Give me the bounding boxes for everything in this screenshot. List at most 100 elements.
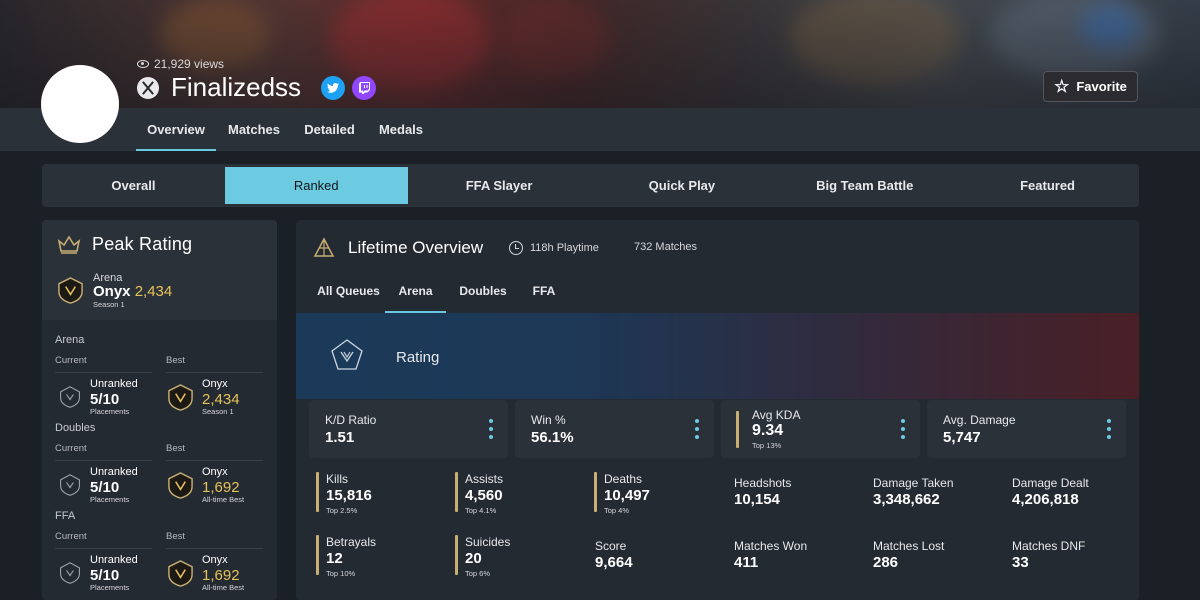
- rank-section-title: Doubles: [55, 422, 96, 434]
- stat-rank: Top 6%: [465, 569, 491, 578]
- rank-section-doubles: Doubles Current Best Unranked 5/10 Place…: [55, 422, 265, 512]
- best-value: 1,692: [202, 479, 240, 496]
- stat-value: 10,154: [734, 491, 780, 508]
- more-options-icon[interactable]: [695, 419, 699, 439]
- unranked-icon: [60, 562, 80, 585]
- onyx-rank-icon: [168, 471, 193, 499]
- more-options-icon[interactable]: [901, 419, 905, 439]
- tab-matches[interactable]: Matches: [216, 108, 292, 151]
- current-label: Current: [55, 531, 87, 542]
- current-sub: Placements: [90, 495, 130, 504]
- current-label: Current: [55, 355, 87, 366]
- stat-label: Betrayals: [326, 535, 377, 549]
- lifetime-overview-panel: Lifetime Overview 118h Playtime 732 Matc…: [296, 220, 1139, 600]
- stat-damage-dealt: Damage Dealt 4,206,818: [1012, 476, 1139, 508]
- matches-count: 732 Matches: [634, 241, 697, 253]
- tab-detailed[interactable]: Detailed: [292, 108, 367, 151]
- favorite-button[interactable]: ☆ Favorite: [1043, 71, 1138, 102]
- twitch-icon[interactable]: [352, 75, 377, 100]
- peak-rating-panel: Peak Rating Arena Onyx 2,434 Season 1 Ar…: [42, 220, 277, 600]
- stat-rank: Top 4%: [604, 506, 630, 515]
- stat-kills: Kills 15,816 Top 2.5%: [316, 472, 446, 515]
- stat-value: 4,560: [465, 487, 503, 504]
- queue-tab-doubles[interactable]: Doubles: [451, 276, 515, 313]
- unranked-icon: [60, 474, 80, 497]
- stat-card-avg-damage: Avg. Damage 5,747: [927, 400, 1126, 458]
- best-sub: All-time Best: [202, 495, 245, 504]
- stat-label: Kills: [326, 472, 349, 486]
- player-header: Finalizedss: [137, 72, 377, 103]
- stat-label: Suicides: [465, 535, 511, 549]
- rating-emblem-icon: [331, 339, 363, 370]
- stat-label: Matches DNF: [1012, 539, 1086, 553]
- current-rank: Unranked 5/10 Placements: [58, 467, 138, 504]
- playlist-tab-quick-play[interactable]: Quick Play: [590, 167, 773, 204]
- rank-section-ffa: FFA Current Best Unranked 5/10 Placement…: [55, 510, 265, 600]
- stat-value: 4,206,818: [1012, 491, 1079, 508]
- twitter-icon[interactable]: [321, 75, 346, 100]
- playtime-text: 118h Playtime: [530, 242, 599, 254]
- queue-tab-arena[interactable]: Arena: [385, 276, 446, 313]
- stat-value: 33: [1012, 554, 1029, 571]
- stat-damage-taken: Damage Taken 3,348,662: [873, 476, 1003, 508]
- player-name: Finalizedss: [171, 72, 302, 102]
- onyx-rank-icon: [168, 383, 193, 411]
- playlist-tab-ffa-slayer[interactable]: FFA Slayer: [408, 167, 591, 204]
- peak-rating-title: Peak Rating: [92, 234, 193, 254]
- tab-medals[interactable]: Medals: [367, 108, 435, 151]
- best-sub: All-time Best: [202, 583, 245, 592]
- stat-card-win-percent: Win % 56.1%: [515, 400, 714, 458]
- star-icon: ☆: [1054, 77, 1070, 96]
- stat-rank: Top 2.5%: [326, 506, 358, 515]
- stat-label: Win %: [531, 413, 566, 427]
- more-options-icon[interactable]: [489, 419, 493, 439]
- stat-rank: Top 13%: [752, 441, 782, 450]
- stat-suicides: Suicides 20 Top 6%: [455, 535, 585, 578]
- queue-tab-ffa[interactable]: FFA: [524, 276, 564, 313]
- queue-tab-all-queues[interactable]: All Queues: [304, 276, 393, 313]
- stat-label: Damage Dealt: [1012, 476, 1089, 490]
- stat-label: Matches Won: [734, 539, 808, 553]
- avatar[interactable]: [41, 65, 119, 143]
- tab-overview[interactable]: Overview: [136, 108, 216, 151]
- clock-icon: [509, 241, 523, 255]
- current-value: 5/10: [90, 479, 120, 496]
- stat-value: 411: [734, 554, 759, 571]
- stat-matches-won: Matches Won 411: [734, 539, 864, 571]
- playlist-tab-big-team-battle[interactable]: Big Team Battle: [773, 167, 956, 204]
- best-value: 2,434: [202, 391, 240, 408]
- current-sub: Placements: [90, 407, 130, 416]
- rank-section-title: Arena: [55, 334, 85, 346]
- favorite-label: Favorite: [1076, 79, 1127, 94]
- xbox-icon: [137, 76, 159, 99]
- stat-value: 15,816: [326, 487, 372, 504]
- eye-icon: [137, 60, 149, 68]
- onyx-rank-icon: [58, 277, 83, 304]
- playlist-tab-featured[interactable]: Featured: [956, 167, 1139, 204]
- playtime: 118h Playtime: [509, 241, 599, 255]
- playlist-tab-ranked[interactable]: Ranked: [224, 167, 408, 204]
- rating-banner: Rating: [296, 313, 1139, 399]
- stat-betrayals: Betrayals 12 Top 10%: [316, 535, 446, 578]
- view-count-text: 21,929 views: [154, 57, 225, 71]
- stat-matches-dnf: Matches DNF 33: [1012, 539, 1139, 571]
- playlist-tab-overall[interactable]: Overall: [42, 167, 225, 204]
- lifetime-overview-title: Lifetime Overview: [348, 238, 484, 257]
- peak-rating-number: 2,434: [134, 283, 173, 300]
- peak-tier: Onyx: [93, 283, 131, 300]
- rank-section-arena: Arena Current Best Unranked 5/10 Placeme…: [55, 334, 265, 424]
- best-label: Best: [166, 355, 186, 366]
- stat-headshots: Headshots 10,154: [734, 476, 864, 508]
- more-options-icon[interactable]: [1107, 419, 1111, 439]
- current-label: Current: [55, 443, 87, 454]
- stat-score: Score 9,664: [595, 539, 725, 571]
- current-tier: Unranked: [90, 466, 138, 478]
- best-sub: Season 1: [202, 407, 234, 416]
- pyramid-icon: [313, 237, 335, 257]
- best-value: 1,692: [202, 567, 240, 584]
- peak-rating-header: Peak Rating Arena Onyx 2,434 Season 1: [42, 220, 277, 320]
- best-rank: Onyx 1,692 All-time Best: [167, 555, 244, 592]
- stat-label: Headshots: [734, 476, 792, 490]
- peak-season: Season 1: [93, 300, 125, 309]
- stat-label: Deaths: [604, 472, 643, 486]
